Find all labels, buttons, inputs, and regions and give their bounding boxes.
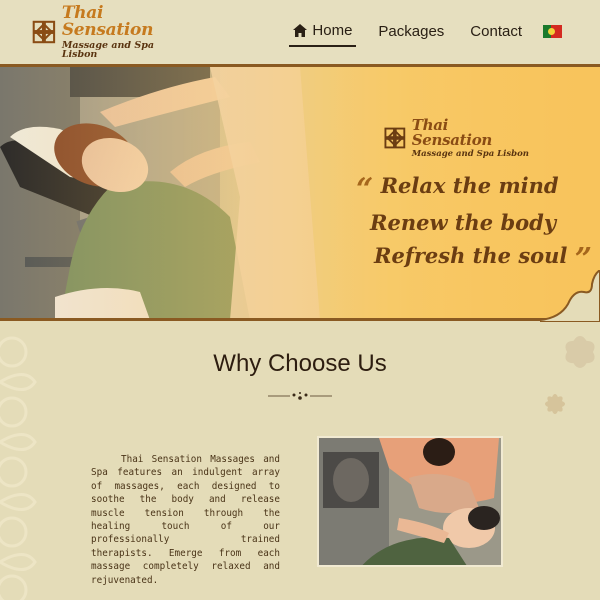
tagline-line-1: Relax the mind <box>380 173 559 198</box>
hero-bottom-border <box>0 318 600 321</box>
home-icon <box>293 24 308 37</box>
section-title: Why Choose Us <box>213 350 387 377</box>
hero-logo-subtitle: Massage and Spa Lisbon <box>411 148 529 159</box>
nav-home-label: Home <box>312 22 353 39</box>
nav-home[interactable]: Home <box>289 22 357 47</box>
nav-contact[interactable]: Contact <box>466 23 526 46</box>
hero-tagline: “ Relax the mind Renew the body Refresh … <box>356 169 592 276</box>
logo-title: Thai Sensation <box>61 2 154 40</box>
hero-corner-ornament <box>540 270 600 322</box>
tagline-line-2: Renew the body <box>370 210 557 235</box>
nav-contact-label: Contact <box>470 23 522 40</box>
hero-logo: Thai Sensation Massage and Spa Lisbon <box>382 117 532 158</box>
why-description: Thai Sensation Massages and Spa features… <box>91 454 280 586</box>
hero-banner: Thai Sensation Massage and Spa Lisbon “ … <box>0 67 600 320</box>
logo-knot-icon <box>32 20 56 44</box>
site-logo[interactable]: Thai Sensation Massage and Spa Lisbon <box>30 4 190 59</box>
tagline-line-3: Refresh the soul <box>374 243 568 268</box>
ornament-divider-icon <box>268 392 332 400</box>
logo-knot-icon <box>384 127 406 149</box>
site-header: Thai Sensation Massage and Spa Lisbon Ho… <box>0 0 600 64</box>
hero-logo-title: Thai Sensation <box>411 115 493 149</box>
nav-packages-label: Packages <box>378 23 445 40</box>
portugal-flag-icon[interactable] <box>543 25 562 38</box>
open-quote: “ <box>356 172 374 207</box>
main-nav: Home Packages Contact <box>271 22 562 47</box>
nav-packages[interactable]: Packages <box>374 23 448 46</box>
logo-subtitle: Massage and Spa Lisbon <box>61 39 155 60</box>
massage-photo <box>317 436 503 567</box>
